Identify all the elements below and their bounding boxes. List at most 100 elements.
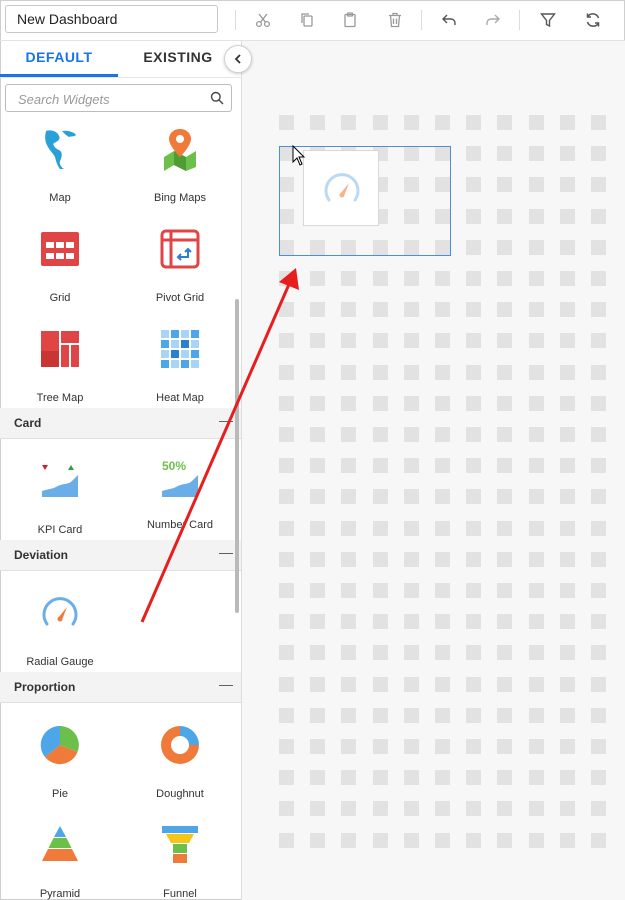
canvas-grid-cell: [529, 614, 544, 629]
group-header-deviation[interactable]: Deviation —: [0, 540, 241, 571]
canvas-grid-cell: [435, 801, 450, 816]
canvas-grid-cell: [279, 677, 294, 692]
canvas-grid-cell: [279, 396, 294, 411]
search-icon[interactable]: [210, 91, 224, 105]
kpi-card-icon: [42, 465, 78, 497]
canvas-grid-cell: [279, 770, 294, 785]
canvas-grid-cell: [373, 458, 388, 473]
widget-number-card[interactable]: 50% Number Card: [120, 459, 240, 531]
canvas-grid-cell: [591, 458, 606, 473]
canvas-grid-cell: [591, 115, 606, 130]
canvas-grid-cell: [529, 770, 544, 785]
canvas-grid-cell: [497, 708, 512, 723]
collapse-icon[interactable]: —: [219, 544, 233, 560]
chevron-left-icon: [234, 54, 241, 64]
canvas-grid-cell: [497, 271, 512, 286]
canvas-grid-cell: [373, 677, 388, 692]
widget-pie[interactable]: Pie: [0, 723, 120, 800]
canvas-grid-cell: [466, 677, 481, 692]
canvas-grid-cell: [560, 271, 575, 286]
toolbar: [0, 0, 625, 41]
canvas-grid-cell: [310, 583, 325, 598]
canvas-grid-cell: [497, 770, 512, 785]
canvas-grid-cell: [560, 708, 575, 723]
redo-icon[interactable]: [483, 10, 503, 30]
collapse-icon[interactable]: —: [219, 676, 233, 692]
refresh-icon[interactable]: [583, 10, 603, 30]
widget-pyramid[interactable]: Pyramid: [0, 823, 120, 900]
widget-label: Funnel: [163, 888, 197, 900]
widget-pivot-grid[interactable]: Pivot Grid: [120, 227, 240, 304]
canvas-grid-cell: [591, 583, 606, 598]
paste-icon[interactable]: [340, 10, 360, 30]
tab-existing[interactable]: EXISTING: [119, 41, 237, 77]
canvas-grid-cell: [373, 770, 388, 785]
search-box: [5, 84, 232, 112]
group-header-card[interactable]: Card —: [0, 408, 241, 439]
dashboard-name-input[interactable]: [5, 5, 218, 33]
canvas-grid-cell: [591, 614, 606, 629]
widget-grid[interactable]: Grid: [0, 227, 120, 304]
widget-kpi-card[interactable]: KPI Card: [0, 459, 120, 536]
canvas-grid-cell: [560, 146, 575, 161]
delete-icon[interactable]: [385, 10, 405, 30]
widget-bing-maps[interactable]: Bing Maps: [120, 127, 240, 204]
canvas-grid-cell: [279, 583, 294, 598]
canvas-grid-cell: [435, 521, 450, 536]
canvas-grid-cell: [373, 365, 388, 380]
tab-default[interactable]: DEFAULT: [0, 41, 118, 77]
toolbar-divider: [519, 10, 520, 30]
canvas-grid-cell: [591, 739, 606, 754]
canvas-grid-cell: [529, 708, 544, 723]
cut-icon[interactable]: [253, 10, 273, 30]
widget-funnel[interactable]: Funnel: [120, 823, 240, 900]
canvas-grid-cell: [529, 271, 544, 286]
canvas-grid-cell: [279, 708, 294, 723]
canvas-grid-cell: [310, 427, 325, 442]
canvas-grid-cell: [466, 240, 481, 255]
canvas-grid-cell: [310, 302, 325, 317]
canvas-grid-cell: [404, 302, 419, 317]
canvas-grid-cell: [529, 489, 544, 504]
canvas-grid-cell: [497, 365, 512, 380]
widget-tree-map[interactable]: Tree Map: [0, 327, 120, 404]
search-input[interactable]: [16, 86, 210, 112]
canvas-grid-cell: [529, 739, 544, 754]
canvas-grid-cell: [310, 614, 325, 629]
canvas-grid-cell: [466, 645, 481, 660]
canvas-grid-cell: [591, 708, 606, 723]
canvas-grid-cell: [310, 271, 325, 286]
widget-label: Number Card: [146, 519, 214, 531]
widget-map[interactable]: Map: [0, 127, 120, 204]
canvas-grid-cell: [529, 115, 544, 130]
collapse-panel-button[interactable]: [224, 45, 252, 73]
canvas-grid-cell: [560, 583, 575, 598]
canvas-grid-cell: [591, 240, 606, 255]
canvas-grid-cell: [466, 458, 481, 473]
canvas-grid-cell: [466, 146, 481, 161]
canvas-grid-cell: [497, 677, 512, 692]
canvas-grid-cell: [466, 365, 481, 380]
canvas-grid-cell: [591, 209, 606, 224]
group-title: Card: [14, 416, 42, 430]
group-header-proportion[interactable]: Proportion —: [0, 672, 241, 703]
canvas-grid-cell: [497, 583, 512, 598]
copy-icon[interactable]: [297, 10, 317, 30]
canvas-grid-cell: [529, 521, 544, 536]
collapse-icon[interactable]: —: [219, 412, 233, 428]
sidebar-scrollbar[interactable]: [235, 299, 239, 613]
canvas-grid-cell: [466, 489, 481, 504]
widget-heat-map[interactable]: Heat Map: [120, 327, 240, 404]
filter-icon[interactable]: [538, 10, 558, 30]
canvas-grid-cell: [373, 396, 388, 411]
canvas-grid-cell: [497, 739, 512, 754]
canvas-grid-cell: [310, 552, 325, 567]
widget-radial-gauge[interactable]: Radial Gauge: [0, 591, 120, 668]
canvas-grid-cell: [560, 770, 575, 785]
canvas-grid-cell: [466, 333, 481, 348]
canvas-grid-cell: [560, 302, 575, 317]
widget-doughnut[interactable]: Doughnut: [120, 723, 240, 800]
undo-icon[interactable]: [439, 10, 459, 30]
canvas-grid-cell: [591, 333, 606, 348]
canvas-grid-cell: [373, 614, 388, 629]
